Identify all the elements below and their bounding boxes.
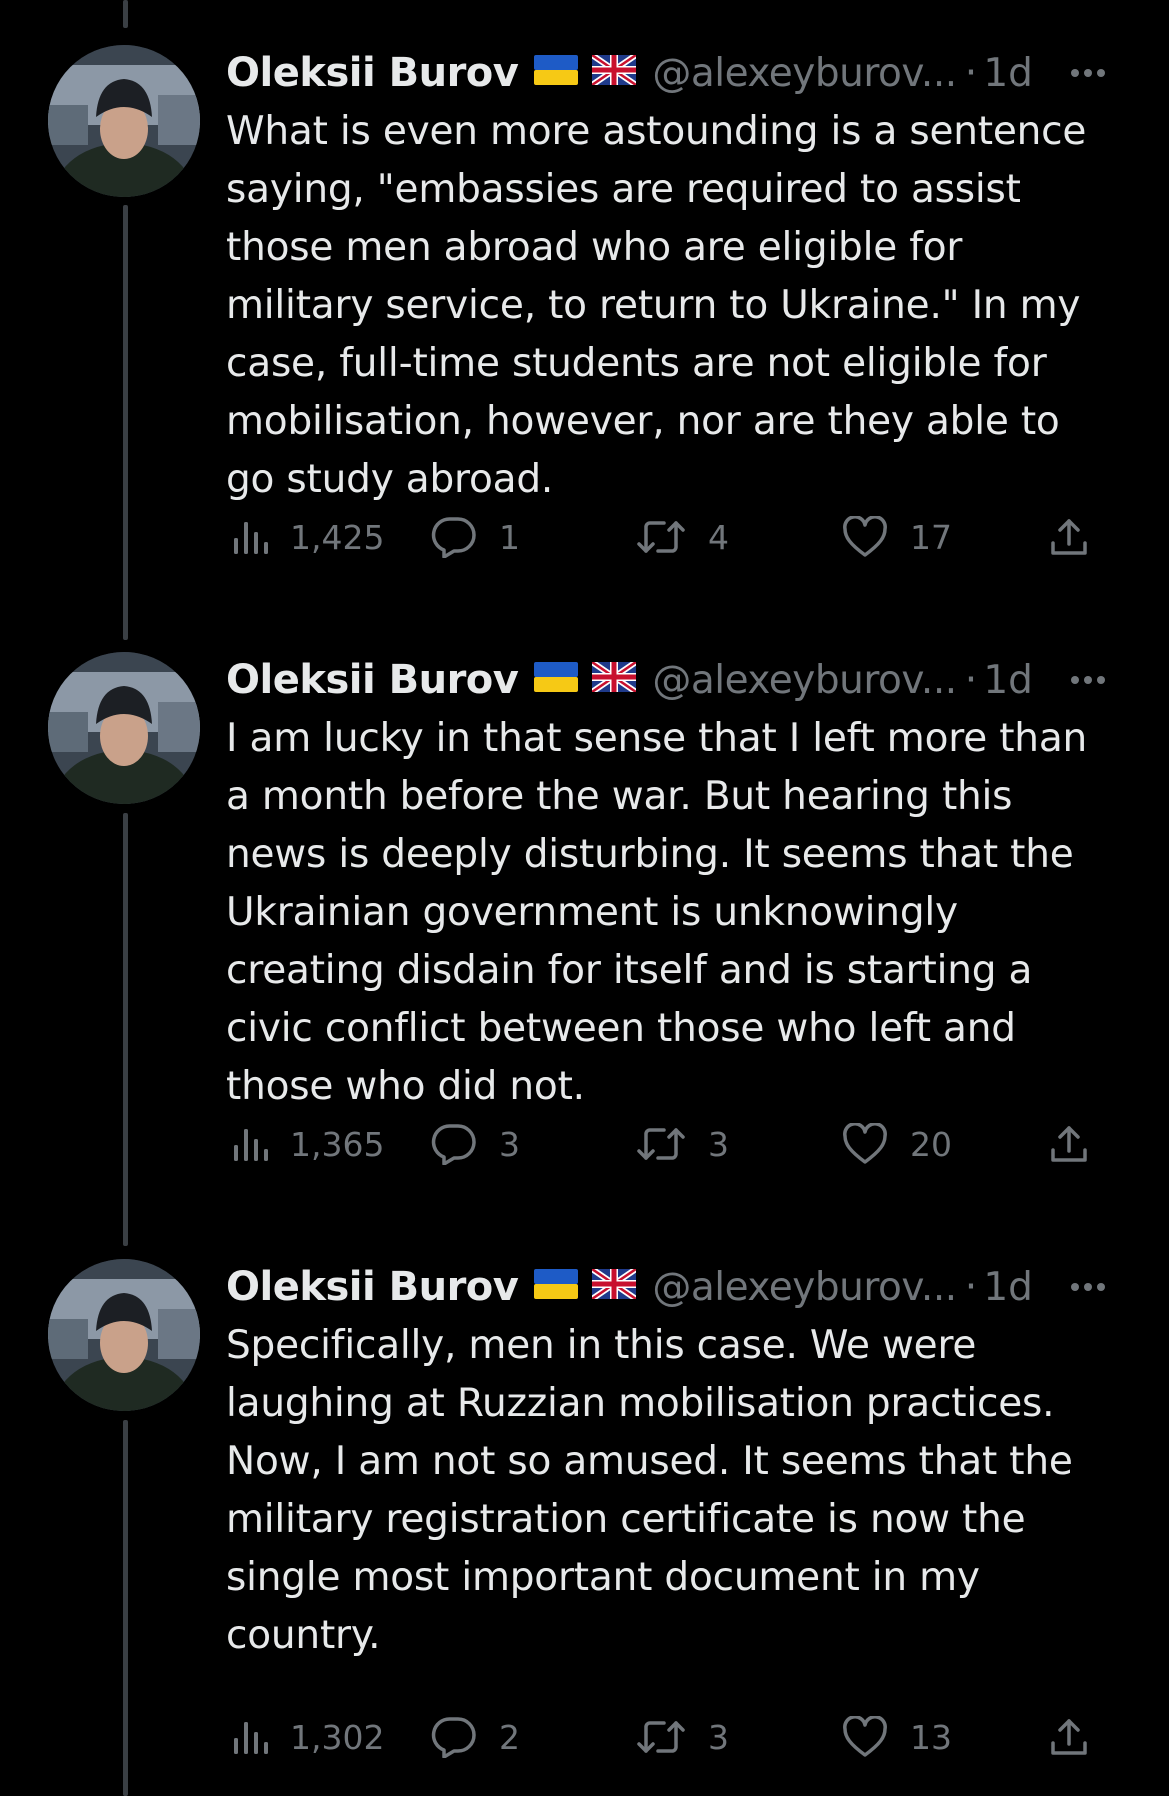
timestamp[interactable]: 1d (983, 51, 1033, 96)
author-handle[interactable]: @alexeyburov... (652, 51, 957, 96)
views-button[interactable]: 1,365 (232, 1114, 384, 1174)
tweet-header: Oleksii Burov @alexeyburov... · 1d (226, 45, 1126, 101)
avatar-image (48, 652, 200, 804)
thread-line-1 (123, 205, 128, 640)
tweet-actions: 1,302 2 3 13 (226, 1707, 1106, 1767)
retweet-count: 4 (708, 517, 729, 557)
ukraine-flag-icon (534, 44, 579, 100)
tweet-actions: 1,365 3 3 20 (226, 1114, 1106, 1174)
tweet-text: Specifically, men in this case. We were … (226, 1323, 1073, 1658)
ukraine-flag-icon (534, 651, 579, 707)
tweet-text: What is even more astounding is a senten… (226, 109, 1087, 502)
author-name[interactable]: Oleksii Burov (226, 657, 519, 703)
share-button[interactable] (1049, 1707, 1089, 1767)
views-button[interactable]: 1,425 (232, 507, 384, 567)
retweet-arrows-icon (637, 1128, 685, 1160)
separator-dot: · (964, 1264, 978, 1310)
avatar[interactable] (48, 45, 200, 197)
avatar-image (48, 45, 200, 197)
author-name[interactable]: Oleksii Burov (226, 50, 519, 96)
retweet-count: 3 (708, 1717, 729, 1757)
bar-chart-icon (234, 522, 268, 554)
uk-flag-icon (590, 1258, 639, 1314)
uk-flag-icon (590, 44, 639, 100)
reply-button[interactable]: 3 (431, 1114, 520, 1174)
speech-bubble-icon (431, 517, 476, 558)
views-count: 1,425 (290, 517, 385, 557)
retweet-count: 3 (708, 1124, 729, 1164)
tweet-content: Oleksii Burov @alexeyburov... · 1d Specific… (226, 1259, 1126, 1665)
retweet-button[interactable]: 3 (636, 1114, 729, 1174)
like-button[interactable]: 20 (842, 1114, 952, 1174)
tweet-header: Oleksii Burov @alexeyburov... · 1d (226, 652, 1126, 708)
avatar[interactable] (48, 1259, 200, 1411)
views-button[interactable]: 1,302 (232, 1707, 384, 1767)
tweet-content: Oleksii Burov @alexeyburov... · 1d I am luc… (226, 652, 1126, 1116)
share-upload-icon (1051, 1126, 1087, 1162)
share-button[interactable] (1049, 507, 1089, 567)
heart-icon (843, 516, 887, 557)
tweet-header: Oleksii Burov @alexeyburov... · 1d (226, 1259, 1126, 1315)
author-handle[interactable]: @alexeyburov... (652, 1265, 957, 1310)
reply-button[interactable]: 2 (431, 1707, 520, 1767)
tweet-actions: 1,425 1 4 17 (226, 507, 1106, 567)
timestamp[interactable]: 1d (983, 1265, 1033, 1310)
heart-icon (843, 1123, 887, 1164)
separator-dot: · (964, 657, 978, 703)
like-button[interactable]: 13 (842, 1707, 952, 1767)
like-count: 20 (910, 1124, 952, 1164)
tweet-content: Oleksii Burov @alexeyburov... · 1d What is … (226, 45, 1126, 509)
more-dots-icon[interactable] (1071, 1283, 1105, 1291)
reply-count: 2 (499, 1717, 520, 1757)
like-button[interactable]: 17 (842, 507, 952, 567)
avatar-image (48, 1259, 200, 1411)
thread-line-3 (123, 1420, 128, 1796)
bar-chart-icon (234, 1129, 268, 1161)
speech-bubble-icon (431, 1124, 476, 1165)
author-handle[interactable]: @alexeyburov... (652, 658, 957, 703)
tweet-text: I am lucky in that sense that I left mor… (226, 716, 1088, 1109)
ukraine-flag-icon (534, 1258, 579, 1314)
thread-line-2 (123, 813, 128, 1246)
reply-count: 1 (499, 517, 520, 557)
author-name[interactable]: Oleksii Burov (226, 1264, 519, 1310)
retweet-button[interactable]: 3 (636, 1707, 729, 1767)
share-upload-icon (1051, 519, 1087, 555)
more-dots-icon[interactable] (1071, 676, 1105, 684)
heart-icon (843, 1716, 887, 1757)
timestamp[interactable]: 1d (983, 658, 1033, 703)
views-count: 1,302 (290, 1717, 385, 1757)
avatar[interactable] (48, 652, 200, 804)
share-button[interactable] (1049, 1114, 1089, 1174)
reply-count: 3 (499, 1124, 520, 1164)
retweet-arrows-icon (637, 1721, 685, 1753)
more-dots-icon[interactable] (1071, 69, 1105, 77)
share-upload-icon (1051, 1719, 1087, 1755)
retweet-arrows-icon (637, 521, 685, 553)
uk-flag-icon (590, 651, 639, 707)
bar-chart-icon (234, 1722, 268, 1754)
separator-dot: · (964, 50, 978, 96)
thread-line-top (123, 0, 128, 28)
speech-bubble-icon (431, 1717, 476, 1758)
like-count: 17 (910, 517, 952, 557)
retweet-button[interactable]: 4 (636, 507, 729, 567)
views-count: 1,365 (290, 1124, 385, 1164)
reply-button[interactable]: 1 (431, 507, 520, 567)
like-count: 13 (910, 1717, 952, 1757)
